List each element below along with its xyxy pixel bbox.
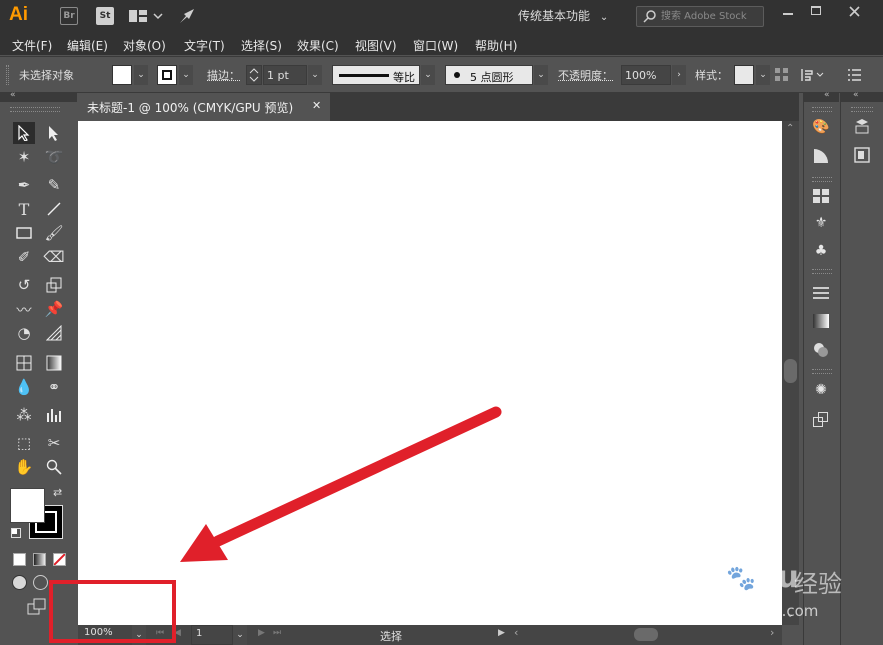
annotation-arrow [212, 406, 502, 547]
annotation-highlight-box [49, 580, 176, 643]
annotation-overlay [49, 406, 502, 643]
